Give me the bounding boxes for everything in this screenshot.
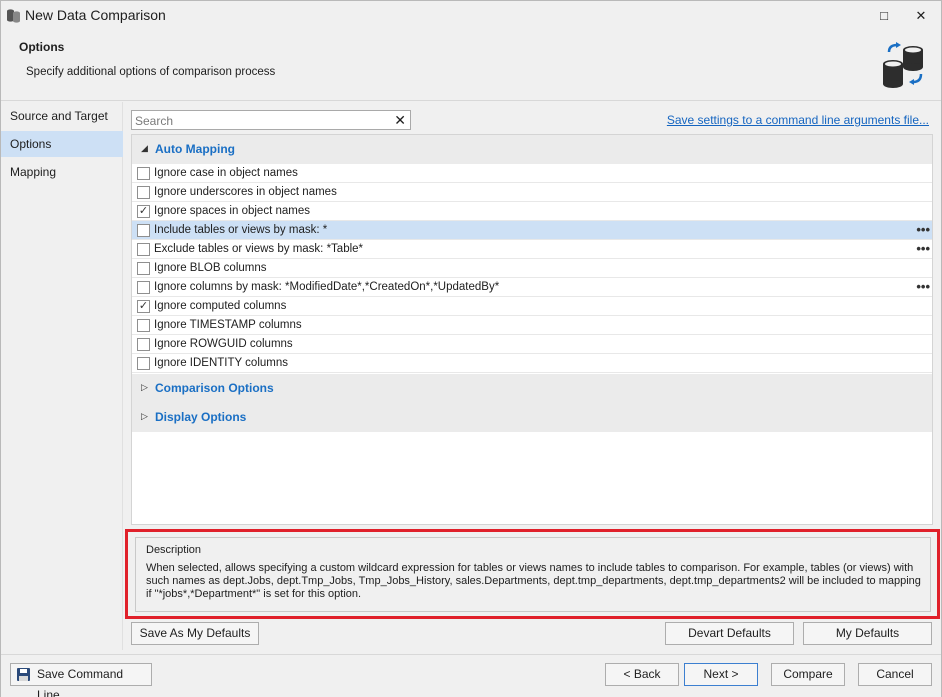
option-row[interactable]: ✓ Ignore computed columns xyxy=(132,297,932,316)
checkbox[interactable] xyxy=(137,224,150,237)
clear-search-icon[interactable]: ✕ xyxy=(394,112,406,129)
option-label: Include tables or views by mask: * xyxy=(154,224,328,236)
option-row[interactable]: Ignore case in object names xyxy=(132,164,932,183)
expanded-arrow-icon[interactable]: ◢ xyxy=(141,143,151,155)
checkbox[interactable] xyxy=(137,338,150,351)
more-options-icon[interactable]: ••• xyxy=(916,241,930,256)
option-row[interactable]: Ignore underscores in object names xyxy=(132,183,932,202)
description-title: Description xyxy=(146,544,202,556)
wizard-navigation: Source and Target Options Mapping xyxy=(1,102,123,650)
option-label: Ignore TIMESTAMP columns xyxy=(154,319,302,331)
option-row[interactable]: Ignore ROWGUID columns xyxy=(132,335,932,354)
option-label: Ignore IDENTITY columns xyxy=(154,357,289,369)
floppy-disk-icon xyxy=(17,668,30,681)
new-data-comparison-window: New Data Comparison □ ✕ Options Specify … xyxy=(0,0,942,697)
nav-item-mapping[interactable]: Mapping xyxy=(1,159,123,185)
collapsed-arrow-icon[interactable]: ▷ xyxy=(141,382,151,394)
more-options-icon[interactable]: ••• xyxy=(916,222,930,237)
wizard-footer: Save Command Line... < Back Next > Compa… xyxy=(1,654,941,697)
option-row[interactable]: Ignore IDENTITY columns xyxy=(132,354,932,373)
save-command-line-label: Save Command Line... xyxy=(37,667,124,697)
option-label: Ignore BLOB columns xyxy=(154,262,267,274)
group-auto-mapping[interactable]: ◢ Auto Mapping xyxy=(132,135,932,164)
description-highlight: Description When selected, allows specif… xyxy=(125,529,940,619)
close-button[interactable]: ✕ xyxy=(910,5,932,27)
checkbox[interactable] xyxy=(137,167,150,180)
nav-item-source-and-target[interactable]: Source and Target xyxy=(1,103,123,129)
checkbox[interactable]: ✓ xyxy=(137,205,150,218)
nav-item-options[interactable]: Options xyxy=(1,131,123,157)
option-row[interactable]: Ignore TIMESTAMP columns xyxy=(132,316,932,335)
compare-button[interactable]: Compare xyxy=(771,663,845,686)
save-as-my-defaults-button[interactable]: Save As My Defaults xyxy=(131,622,259,645)
checkbox[interactable]: ✓ xyxy=(137,300,150,313)
wizard-header: Options Specify additional options of co… xyxy=(1,31,941,101)
group-display-options[interactable]: ▷ Display Options xyxy=(132,403,932,432)
next-button[interactable]: Next > xyxy=(684,663,758,686)
option-label: Ignore spaces in object names xyxy=(154,205,310,217)
checkbox[interactable] xyxy=(137,243,150,256)
databases-sync-icon xyxy=(883,42,923,88)
maximize-button[interactable]: □ xyxy=(873,5,895,27)
devart-defaults-button[interactable]: Devart Defaults xyxy=(665,622,794,645)
option-label: Ignore underscores in object names xyxy=(154,186,337,198)
checkbox[interactable] xyxy=(137,262,150,275)
description-panel: Description When selected, allows specif… xyxy=(135,537,931,612)
cancel-button[interactable]: Cancel xyxy=(858,663,932,686)
option-row[interactable]: Ignore columns by mask: *ModifiedDate*,*… xyxy=(132,278,932,297)
option-label: Ignore columns by mask: *ModifiedDate*,*… xyxy=(154,281,500,293)
option-row[interactable]: Ignore BLOB columns xyxy=(132,259,932,278)
options-tree: ◢ Auto Mapping Ignore case in object nam… xyxy=(131,134,933,525)
option-row[interactable]: Include tables or views by mask: * ••• xyxy=(132,221,932,240)
option-label: Ignore computed columns xyxy=(154,300,287,312)
options-panel: Search ✕ Save settings to a command line… xyxy=(123,102,941,650)
my-defaults-button[interactable]: My Defaults xyxy=(803,622,932,645)
checkbox[interactable] xyxy=(137,319,150,332)
collapsed-arrow-icon[interactable]: ▷ xyxy=(141,411,151,423)
page-subtitle: Specify additional options of comparison… xyxy=(26,66,276,78)
option-label: Exclude tables or views by mask: *Table* xyxy=(154,243,364,255)
checkbox[interactable] xyxy=(137,357,150,370)
save-settings-link[interactable]: Save settings to a command line argument… xyxy=(667,113,929,127)
group-comparison-options[interactable]: ▷ Comparison Options xyxy=(132,374,932,403)
more-options-icon[interactable]: ••• xyxy=(916,279,930,294)
search-placeholder: Search xyxy=(135,114,174,128)
option-label: Ignore case in object names xyxy=(154,167,298,179)
window-title: New Data Comparison xyxy=(25,7,166,23)
search-input[interactable]: Search ✕ xyxy=(131,110,411,130)
title-bar: New Data Comparison □ ✕ xyxy=(1,1,941,31)
group-label: Auto Mapping xyxy=(155,142,235,156)
description-text: When selected, allows specifying a custo… xyxy=(146,562,921,600)
checkbox[interactable] xyxy=(137,281,150,294)
checkbox[interactable] xyxy=(137,186,150,199)
group-label: Comparison Options xyxy=(155,381,274,395)
group-label: Display Options xyxy=(155,410,247,424)
save-command-line-button[interactable]: Save Command Line... xyxy=(10,663,152,697)
option-row[interactable]: ✓ Ignore spaces in object names xyxy=(132,202,932,221)
page-title: Options xyxy=(19,40,65,54)
option-row[interactable]: Exclude tables or views by mask: *Table*… xyxy=(132,240,932,259)
back-button[interactable]: < Back xyxy=(605,663,679,686)
database-compare-icon xyxy=(7,9,20,23)
option-label: Ignore ROWGUID columns xyxy=(154,338,293,350)
